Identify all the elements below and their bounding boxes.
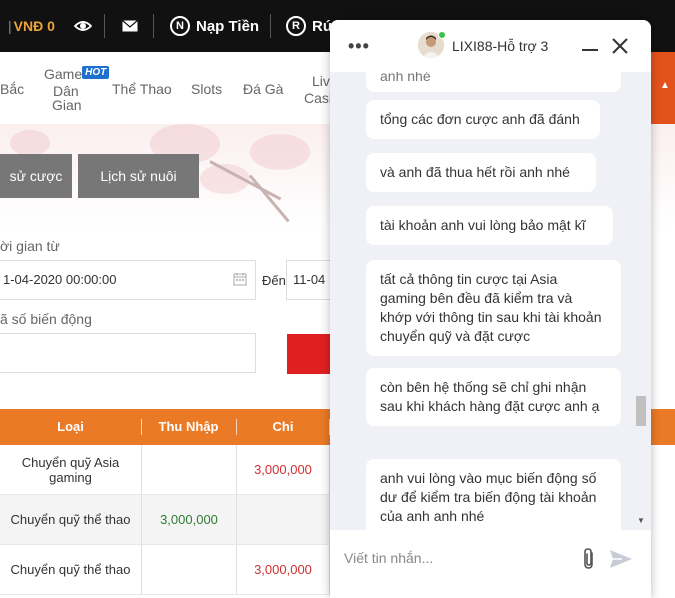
chat-message: tổng các đơn cược anh đã đánh	[366, 100, 600, 139]
nav-item-live-casino[interactable]: Liv	[312, 73, 330, 90]
support-chat-widget: ••• LIXI88-Hỗ trợ 3 anh nhé tổng các đơn…	[330, 20, 651, 598]
deposit-icon[interactable]: N	[170, 16, 190, 36]
arrow-up-icon: ▲	[660, 80, 670, 91]
nav-item-game-dan-gian[interactable]: Game HOT	[44, 66, 110, 83]
transaction-code-input[interactable]	[0, 333, 256, 373]
balance-display: | VNĐ 0	[8, 18, 55, 34]
chat-message: tất cả thông tin cược tại Asia gaming bê…	[366, 260, 621, 356]
scrollbar-track[interactable]	[635, 72, 647, 530]
chat-message: còn bên hệ thống sẽ chỉ ghi nhận sau khi…	[366, 368, 621, 426]
chat-message: tài khoản anh vui lòng bảo mật kĩ	[366, 206, 613, 245]
nav-label: Game	[44, 66, 83, 82]
chat-message: anh nhé	[366, 72, 621, 92]
cell-type: Chuyển quỹ thể thao	[0, 545, 142, 594]
withdraw-link[interactable]: Rú	[312, 18, 332, 35]
tab-bet-history[interactable]: sử cược	[0, 154, 72, 198]
blossom-decoration	[10, 130, 50, 156]
scroll-down-arrow-icon[interactable]: ▼	[637, 516, 645, 525]
cell-expense	[237, 495, 330, 544]
transaction-code-label: ã số biến động	[0, 311, 92, 327]
cell-income	[142, 545, 237, 594]
column-header: Thu Nhập	[158, 419, 219, 434]
mail-icon[interactable]	[122, 20, 138, 32]
time-from-label: ời gian từ	[0, 238, 60, 254]
chat-message: anh vui lòng vào mục biến động số dư để …	[366, 459, 621, 530]
column-header: Chi	[272, 419, 294, 434]
more-options-icon[interactable]: •••	[348, 36, 370, 57]
send-icon[interactable]	[608, 548, 634, 570]
eye-icon[interactable]	[74, 18, 92, 34]
hot-badge: HOT	[82, 66, 110, 79]
minimize-icon[interactable]	[582, 49, 598, 51]
cell-income: 3,000,000	[142, 495, 237, 544]
nav-item-label[interactable]: Gian	[52, 97, 82, 114]
attachment-icon[interactable]	[580, 547, 598, 571]
chat-message: và anh đã thua hết rồi anh nhé	[366, 153, 596, 192]
nav-item-the-thao[interactable]: Thể Thao	[112, 81, 172, 98]
cell-type: Chuyển quỹ Asia gaming	[0, 445, 142, 494]
nav-item-da-ga[interactable]: Đá Gà	[243, 81, 283, 98]
cell-type: Chuyển quỹ thể thao	[0, 495, 142, 544]
cell-income	[142, 445, 237, 494]
message-input[interactable]: Viết tin nhắn...	[344, 550, 433, 566]
nav-item-label[interactable]: Casi	[304, 90, 332, 107]
divider	[104, 14, 105, 38]
withdraw-icon[interactable]: R	[286, 16, 306, 36]
online-status-dot	[438, 31, 446, 39]
chat-composer: Viết tin nhắn...	[330, 530, 651, 598]
divider	[270, 14, 271, 38]
chat-messages[interactable]: anh nhé tổng các đơn cược anh đã đánh và…	[330, 72, 651, 530]
table-row: Chuyển quỹ thể thao 3,000,000	[0, 495, 330, 545]
branch-decoration	[248, 174, 290, 223]
close-icon[interactable]	[610, 36, 630, 56]
cell-expense: 3,000,000	[237, 545, 330, 594]
date-from-input[interactable]: 1-04-2020 00:00:00	[0, 260, 256, 300]
divider	[153, 14, 154, 38]
calendar-icon[interactable]	[233, 272, 247, 286]
cell-expense: 3,000,000	[237, 445, 330, 494]
tab-raising-history[interactable]: Lịch sử nuôi	[78, 154, 199, 198]
column-header: Loại	[57, 419, 84, 434]
blossom-decoration	[250, 134, 310, 170]
chat-title: LIXI88-Hỗ trợ 3	[452, 38, 549, 54]
chat-header: ••• LIXI88-Hỗ trợ 3	[330, 20, 651, 72]
to-label: Đến	[262, 273, 286, 288]
table-row: Chuyển quỹ thể thao 3,000,000	[0, 545, 330, 595]
scrollbar-thumb[interactable]	[636, 396, 646, 426]
nav-item-bac[interactable]: Bắc	[0, 81, 24, 98]
table-row: Chuyển quỹ Asia gaming 3,000,000	[0, 445, 330, 495]
nav-item-slots[interactable]: Slots	[191, 81, 222, 98]
deposit-link[interactable]: Nạp Tiền	[196, 18, 259, 35]
